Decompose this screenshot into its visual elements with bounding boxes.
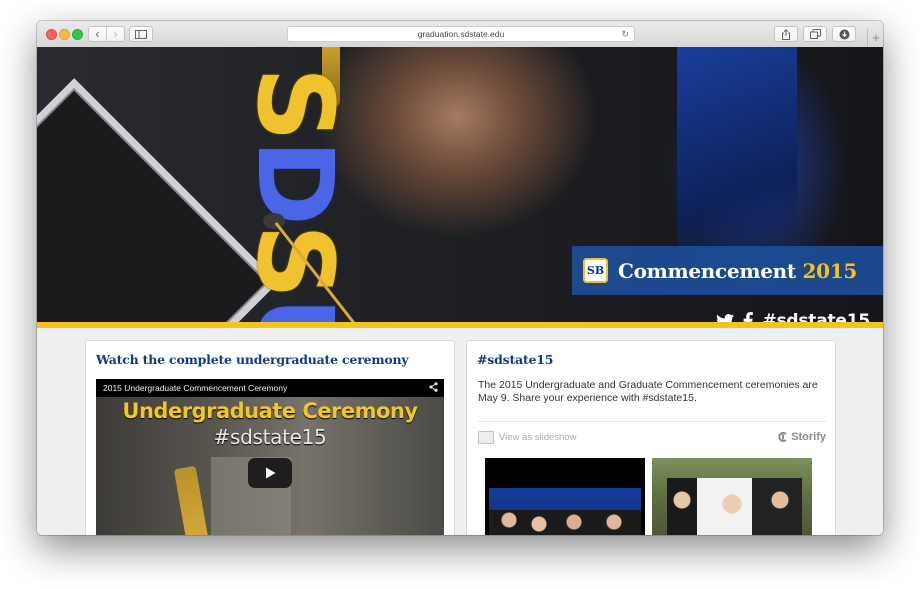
view-as-slideshow-link[interactable]: View as slideshow [478, 430, 577, 444]
banner-title: Commencement [618, 258, 796, 283]
banner-year: 2015 [802, 258, 858, 283]
play-button[interactable] [248, 458, 292, 488]
tabs-overview-button[interactable] [803, 26, 827, 42]
video-overlay-title: Undergraduate Ceremony [122, 399, 418, 423]
sidebar-icon [135, 29, 147, 39]
url-text: graduation.sdstate.edu [417, 29, 505, 39]
address-bar[interactable]: graduation.sdstate.edu ↻ [287, 26, 635, 42]
storify-toolbar: View as slideshow Storify [478, 421, 826, 452]
commencement-banner: SB Commencement 2015 [572, 246, 883, 295]
cap-button [263, 213, 285, 229]
video-scene-tassel [173, 465, 211, 535]
storify-card-heading: #sdstate15 [477, 352, 554, 367]
sdsu-logo[interactable]: SB [583, 258, 608, 283]
browser-window: ‹ › graduation.sdstate.edu ↻ + SDS SB Co… [37, 21, 883, 535]
video-overlay-hashtag: #sdstate15 [213, 425, 327, 449]
main-content: Watch the complete undergraduate ceremon… [37, 328, 883, 535]
zoom-window-button[interactable] [72, 29, 83, 40]
storify-description: The 2015 Undergraduate and Graduate Comm… [478, 379, 818, 404]
video-title-bar: 2015 Undergraduate Commencement Ceremony [96, 379, 444, 397]
page-title: Commencement 2015 [618, 259, 857, 283]
downloads-button[interactable] [832, 26, 856, 42]
video-card-heading: Watch the complete undergraduate ceremon… [96, 352, 409, 367]
share-icon [782, 28, 790, 40]
photo-graduates-portrait [652, 478, 812, 535]
video-title[interactable]: 2015 Undergraduate Commencement Ceremony [103, 383, 287, 393]
share-button[interactable] [774, 26, 798, 42]
tabs-icon [809, 29, 821, 39]
cap-letter: D [234, 139, 356, 224]
browser-toolbar: ‹ › graduation.sdstate.edu ↻ + [37, 21, 883, 48]
share-icon[interactable] [429, 382, 438, 395]
cap-decoration-letters: SDSU [234, 67, 356, 323]
video-card: Watch the complete undergraduate ceremon… [85, 340, 455, 535]
cap-letter: S [234, 223, 356, 297]
new-tab-button[interactable]: + [867, 29, 883, 47]
reload-icon[interactable]: ↻ [621, 29, 629, 40]
slideshow-icon [478, 430, 494, 444]
close-window-button[interactable] [46, 29, 57, 40]
hero-image: SDSU SB Commencement 2015 #sdstate15 [37, 47, 883, 323]
storify-logo-icon [778, 432, 787, 442]
sidebar-button[interactable] [129, 26, 153, 42]
embedded-video-player[interactable]: 2015 Undergraduate Commencement Ceremony… [96, 379, 444, 535]
minimize-window-button[interactable] [59, 29, 70, 40]
navigation-buttons: ‹ › [88, 26, 125, 42]
story-photo-thumbnail[interactable] [485, 458, 645, 535]
storify-brand: Storify [791, 431, 826, 443]
cap-letter: S [234, 66, 356, 140]
story-photo-thumbnail[interactable] [652, 458, 812, 535]
storify-brand-link[interactable]: Storify [777, 431, 826, 443]
photo-graduates-group [489, 510, 641, 535]
back-button[interactable]: ‹ [89, 27, 106, 41]
play-icon [265, 467, 275, 479]
storify-card: #sdstate15 The 2015 Undergraduate and Gr… [466, 340, 836, 535]
downloads-icon [839, 29, 849, 39]
forward-button[interactable]: › [106, 27, 124, 41]
hero-background-robe [677, 47, 797, 247]
slideshow-label: View as slideshow [499, 431, 577, 443]
